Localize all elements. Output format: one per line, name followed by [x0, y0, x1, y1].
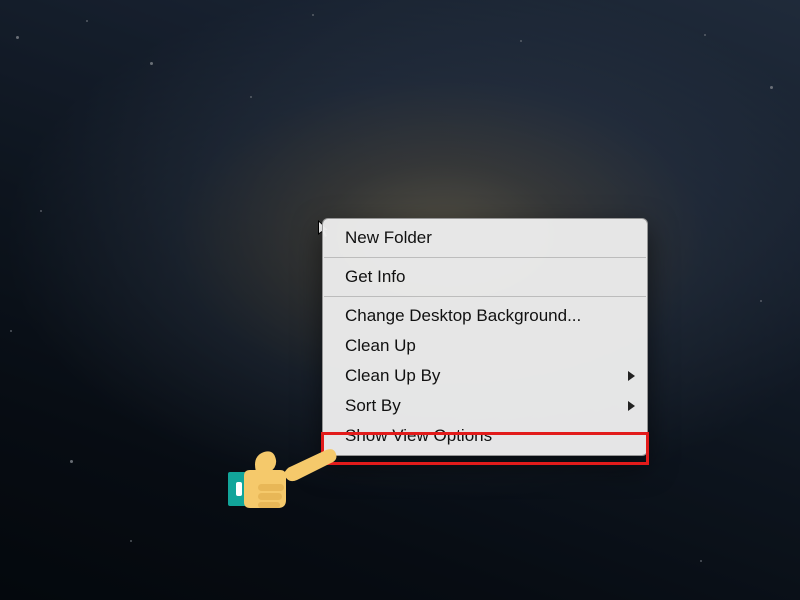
menu-item-label: Clean Up [345, 336, 416, 355]
menu-item-show-view-options[interactable]: Show View Options [323, 421, 647, 451]
submenu-arrow-icon [628, 371, 635, 381]
menu-item-new-folder[interactable]: New Folder [323, 223, 647, 253]
desktop-context-menu: New Folder Get Info Change Desktop Backg… [322, 218, 648, 456]
menu-item-clean-up[interactable]: Clean Up [323, 331, 647, 361]
menu-separator [324, 257, 646, 258]
menu-item-label: Show View Options [345, 426, 492, 445]
submenu-arrow-icon [628, 401, 635, 411]
desktop[interactable]: New Folder Get Info Change Desktop Backg… [0, 0, 800, 600]
menu-item-clean-up-by[interactable]: Clean Up By [323, 361, 647, 391]
menu-item-label: Sort By [345, 396, 401, 415]
menu-item-change-desktop-background[interactable]: Change Desktop Background... [323, 301, 647, 331]
menu-separator [324, 296, 646, 297]
menu-item-sort-by[interactable]: Sort By [323, 391, 647, 421]
menu-item-get-info[interactable]: Get Info [323, 262, 647, 292]
menu-item-label: New Folder [345, 228, 432, 247]
menu-item-label: Change Desktop Background... [345, 306, 581, 325]
menu-item-label: Get Info [345, 267, 405, 286]
menu-item-label: Clean Up By [345, 366, 440, 385]
